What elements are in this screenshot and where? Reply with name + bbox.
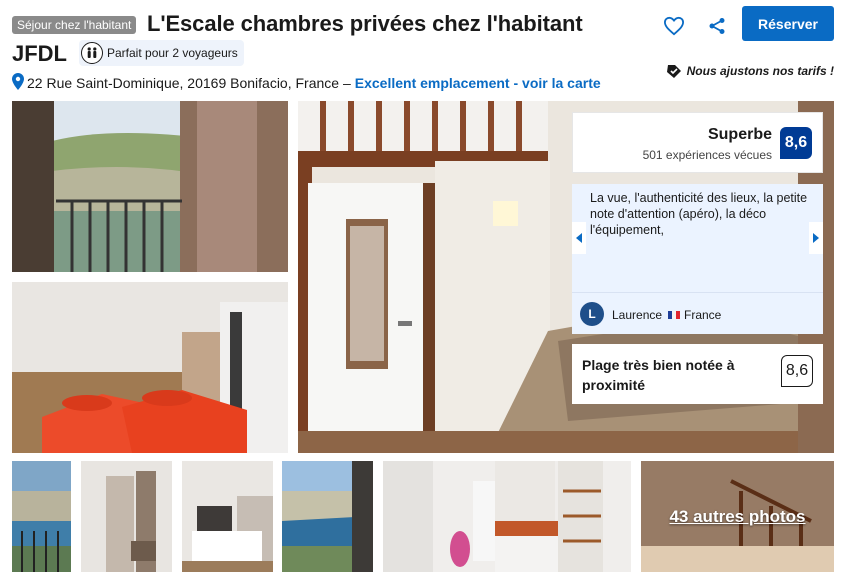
reviewer-name: Laurence: [612, 308, 663, 322]
score-label: Superbe: [707, 126, 772, 143]
favorite-button[interactable]: [659, 11, 689, 41]
reviewer-avatar: L: [580, 302, 604, 326]
beach-score-card[interactable]: Plage très bien notée à proximité 8,6: [572, 344, 823, 404]
guest-review-carousel: La vue, l'authenticité des lieux, la pet…: [572, 184, 823, 334]
prev-review-button[interactable]: [572, 222, 586, 254]
review-count: 501 expériences vécues: [642, 148, 772, 162]
thumb-balcony-harbor[interactable]: [12, 461, 71, 572]
beach-label: Plage très bien notée à proximité: [582, 357, 735, 393]
thumb-bay-view[interactable]: [282, 461, 373, 572]
show-map-link[interactable]: Excellent emplacement - voir la carte: [355, 75, 601, 91]
thumb-white-bed[interactable]: [182, 461, 273, 572]
photo-twin-bedroom[interactable]: [12, 282, 288, 453]
map-pin-icon: [12, 73, 24, 93]
chevron-left-icon: [576, 233, 582, 243]
address-text: 22 Rue Saint-Dominique, 20169 Bonifacio,…: [27, 75, 351, 91]
reserve-button[interactable]: Réserver: [742, 6, 834, 41]
chevron-right-icon: [813, 233, 819, 243]
capacity-label: Parfait pour 2 voyageurs: [107, 46, 238, 60]
photo-balcony-view[interactable]: [12, 101, 288, 272]
review-divider: [572, 292, 823, 293]
reviewer-country: France: [684, 308, 722, 322]
two-guests-icon: [81, 42, 103, 64]
property-title-line2: JFDL: [12, 41, 67, 66]
score-badge: 8,6: [780, 127, 812, 159]
heart-icon: [663, 16, 685, 36]
property-title: L'Escale chambres privées chez l'habitan…: [147, 11, 583, 36]
review-score-card[interactable]: Superbe 501 expériences vécues 8,6: [572, 112, 823, 173]
thumb-kitchen[interactable]: [383, 461, 631, 572]
capacity-badge: Parfait pour 2 voyageurs: [79, 40, 244, 66]
share-button[interactable]: [702, 11, 732, 41]
price-match-label: Nous ajustons nos tarifs !: [686, 64, 834, 78]
price-match-notice[interactable]: Nous ajustons nos tarifs !: [666, 63, 834, 79]
address-line: 22 Rue Saint-Dominique, 20169 Bonifacio,…: [12, 73, 601, 93]
thumb-hallway[interactable]: [81, 461, 172, 572]
next-review-button[interactable]: [809, 222, 823, 254]
more-photos-link[interactable]: 43 autres photos: [641, 461, 834, 572]
beach-score-badge: 8,6: [781, 355, 813, 387]
france-flag-icon: [668, 311, 680, 319]
property-type-badge: Séjour chez l'habitant: [12, 16, 137, 34]
share-icon: [709, 18, 725, 34]
review-text: La vue, l'authenticité des lieux, la pet…: [590, 191, 808, 237]
verified-tag-icon: [666, 65, 681, 78]
